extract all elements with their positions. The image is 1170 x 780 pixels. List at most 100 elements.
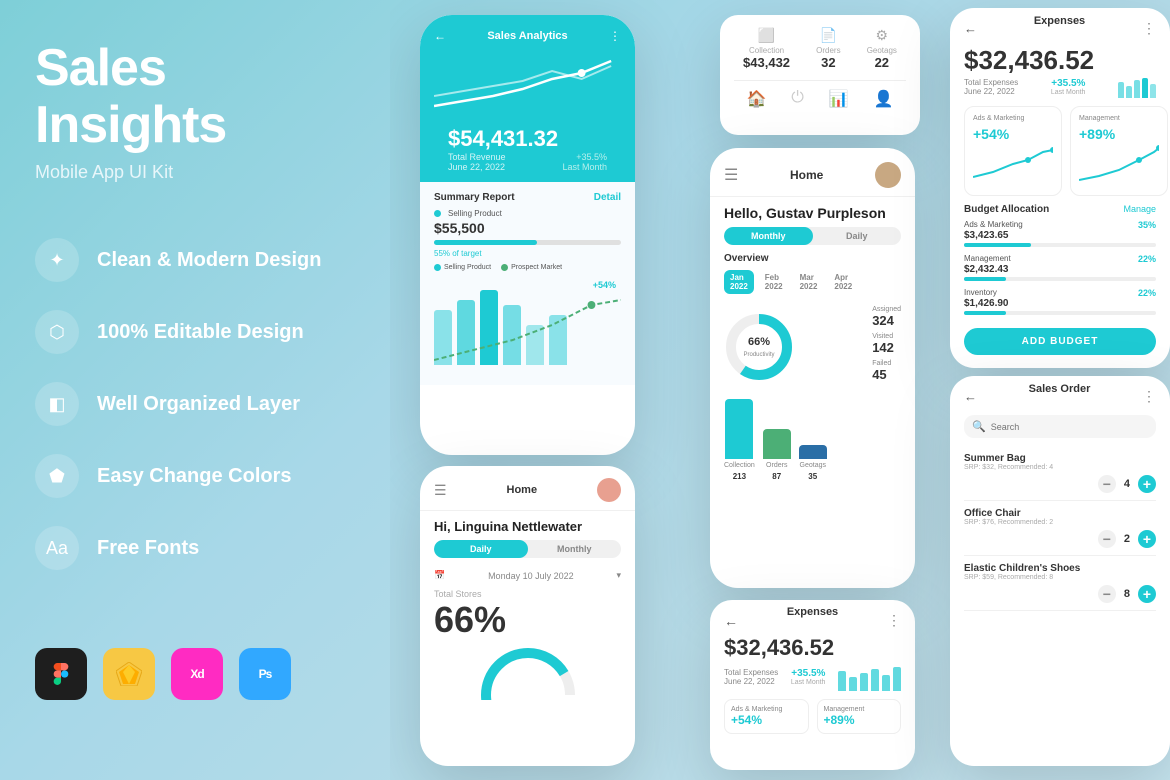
mockups-area: ← Sales Analytics ⋮ $54,431.32 Total Rev… [390, 0, 1170, 780]
feature-label-4: Easy Change Colors [97, 465, 292, 488]
so-search-bar[interactable]: 🔍 [964, 415, 1156, 438]
re-change-label: Last Month [1051, 89, 1086, 96]
figma-icon [35, 648, 87, 700]
budget-ads-amount: $3,423.65 [964, 230, 1156, 241]
expenses-label: Total Expenses [724, 668, 778, 677]
jan-tab[interactable]: Jan2022 [724, 270, 754, 294]
budget-mgmt-amount: $2,432.43 [964, 264, 1156, 275]
re-bar-4 [1142, 78, 1148, 98]
daily-tab[interactable]: Daily [813, 227, 902, 245]
failed-label: Failed [872, 360, 901, 367]
budget-inv-name: Inventory [964, 288, 997, 297]
so-item-3-name: Elastic Children's Shoes [964, 563, 1156, 574]
re-subrow: Total Expenses June 22, 2022 +35.5% Last… [964, 78, 1156, 98]
geotags-stat: ⚙ Geotags 22 [867, 27, 897, 70]
budget-manage[interactable]: Manage [1123, 204, 1156, 215]
expenses-row: Total Expenses June 22, 2022 +35.5% Last… [724, 663, 901, 691]
power-nav-icon[interactable]: ⏻ [791, 89, 804, 109]
feb-tab[interactable]: Feb2022 [759, 270, 789, 294]
stats-nav-bar: 🏠 ⏻ 📊 👤 [734, 80, 906, 109]
bar-collection-fill [725, 399, 753, 459]
legend-selling-dot [434, 264, 441, 271]
home2-daily-tab[interactable]: Daily [434, 540, 528, 558]
so-menu-icon[interactable]: ⋮ [1142, 388, 1156, 405]
phone-expenses-bottom: ← Expenses ⋮ $32,436.52 Total Expenses J… [710, 600, 915, 770]
expenses-menu-icon[interactable]: ⋮ [887, 612, 901, 629]
failed-val: 45 [872, 367, 901, 382]
search-input[interactable] [991, 422, 1148, 432]
so-item-3-plus[interactable]: + [1138, 585, 1156, 603]
phone-home: ☰ Home Hello, Gustav Purpleson Monthly D… [710, 148, 915, 588]
left-panel: Sales Insights Mobile App UI Kit ✦ Clean… [0, 0, 380, 780]
home-nav-icon[interactable]: 🏠 [746, 89, 766, 109]
feature-label-5: Free Fonts [97, 537, 199, 560]
so-item-1-plus[interactable]: + [1138, 475, 1156, 493]
re-bar-5 [1150, 84, 1156, 98]
legend-prospect-dot [501, 264, 508, 271]
home2-monthly-tab[interactable]: Monthly [528, 540, 622, 558]
analytics-title: Sales Analytics [487, 30, 567, 42]
tab-toggle: Monthly Daily [724, 227, 901, 245]
bar-geotags-fill [799, 445, 827, 459]
geotags-label: Geotags [867, 46, 897, 55]
clean-design-icon: ✦ [35, 238, 79, 282]
monthly-tab[interactable]: Monthly [724, 227, 813, 245]
home2-avatar [597, 478, 621, 502]
budget-inv-pct: 22% [1138, 288, 1156, 298]
so-item-3-minus[interactable]: − [1098, 585, 1116, 603]
home2-menu-icon[interactable]: ☰ [434, 482, 447, 499]
orders-stat: 📄 Orders 32 [816, 27, 840, 70]
chevron-icon[interactable]: ▾ [616, 570, 621, 581]
budget-ads-bar-wrap [964, 243, 1156, 247]
chart-nav-icon[interactable]: 📊 [829, 89, 849, 109]
re-mini-bars [1118, 78, 1156, 98]
subtitle: Mobile App UI Kit [35, 162, 345, 183]
add-budget-button[interactable]: ADD BUDGET [964, 328, 1156, 355]
month-tabs: Jan2022 Feb2022 Mar2022 Apr2022 [710, 270, 915, 302]
so-item-1-sub: SRP: $32, Recommended: 4 [964, 464, 1156, 471]
summary-detail[interactable]: Detail [594, 192, 621, 203]
mini-cards: Ads & Marketing +54% Management +89% [964, 106, 1156, 196]
so-item-1-minus[interactable]: − [1098, 475, 1116, 493]
back-arrow-icon[interactable]: ← [434, 29, 446, 43]
apr-tab[interactable]: Apr2022 [828, 270, 858, 294]
greeting-text: Hello, Gustav Purpleson [710, 197, 915, 227]
mini-bar-chart [838, 667, 901, 691]
re-back-icon[interactable]: ← [964, 21, 977, 36]
mini-bar-4 [871, 669, 879, 691]
re-amount: $32,436.52 [964, 45, 1156, 76]
so-item-2-name: Office Chair [964, 508, 1156, 519]
so-item-2-plus[interactable]: + [1138, 530, 1156, 548]
so-item-2-minus[interactable]: − [1098, 530, 1116, 548]
re-nav: ← Expenses ⋮ [964, 20, 1156, 37]
budget-mgmt-name: Management [964, 254, 1011, 263]
re-bar-1 [1118, 82, 1124, 98]
menu-hamburger-icon[interactable]: ☰ [724, 165, 738, 185]
mini-bar-3 [860, 673, 868, 691]
geotags-val: 22 [867, 55, 897, 70]
date-text: Monday 10 July 2022 [488, 571, 574, 581]
assigned-val: 324 [872, 313, 901, 328]
re-menu-icon[interactable]: ⋮ [1142, 20, 1156, 37]
expenses-back-icon[interactable]: ← [724, 613, 738, 629]
person-nav-icon[interactable]: 👤 [874, 89, 894, 109]
mar-tab[interactable]: Mar2022 [794, 270, 824, 294]
budget-item-inventory: Inventory 22% $1,426.90 [964, 288, 1156, 315]
collection-val: $43,432 [743, 55, 790, 70]
ads-mini-chart [973, 142, 1053, 182]
home-header: ☰ Home [710, 148, 915, 197]
phone-analytics: ← Sales Analytics ⋮ $54,431.32 Total Rev… [420, 15, 635, 455]
so-back-icon[interactable]: ← [964, 389, 977, 404]
donut-area: 66% Productivity Assigned 324 Visited 14… [710, 302, 915, 395]
revenue-amount: $54,431.32 [448, 126, 607, 152]
assigned-label: Assigned [872, 306, 901, 313]
ads-mini-val: +54% [973, 126, 1053, 142]
geotags-icon: ⚙ [867, 27, 897, 44]
bar-orders-label: Orders [766, 462, 787, 469]
svg-text:Productivity: Productivity [743, 352, 774, 358]
orders-label: Orders [816, 46, 840, 55]
revenue-date: June 22, 2022 [448, 162, 506, 172]
mgmt-mini-label: Management [1079, 115, 1159, 122]
so-item-1: Summer Bag SRP: $32, Recommended: 4 − 4 … [964, 446, 1156, 501]
menu-icon[interactable]: ⋮ [609, 29, 621, 43]
